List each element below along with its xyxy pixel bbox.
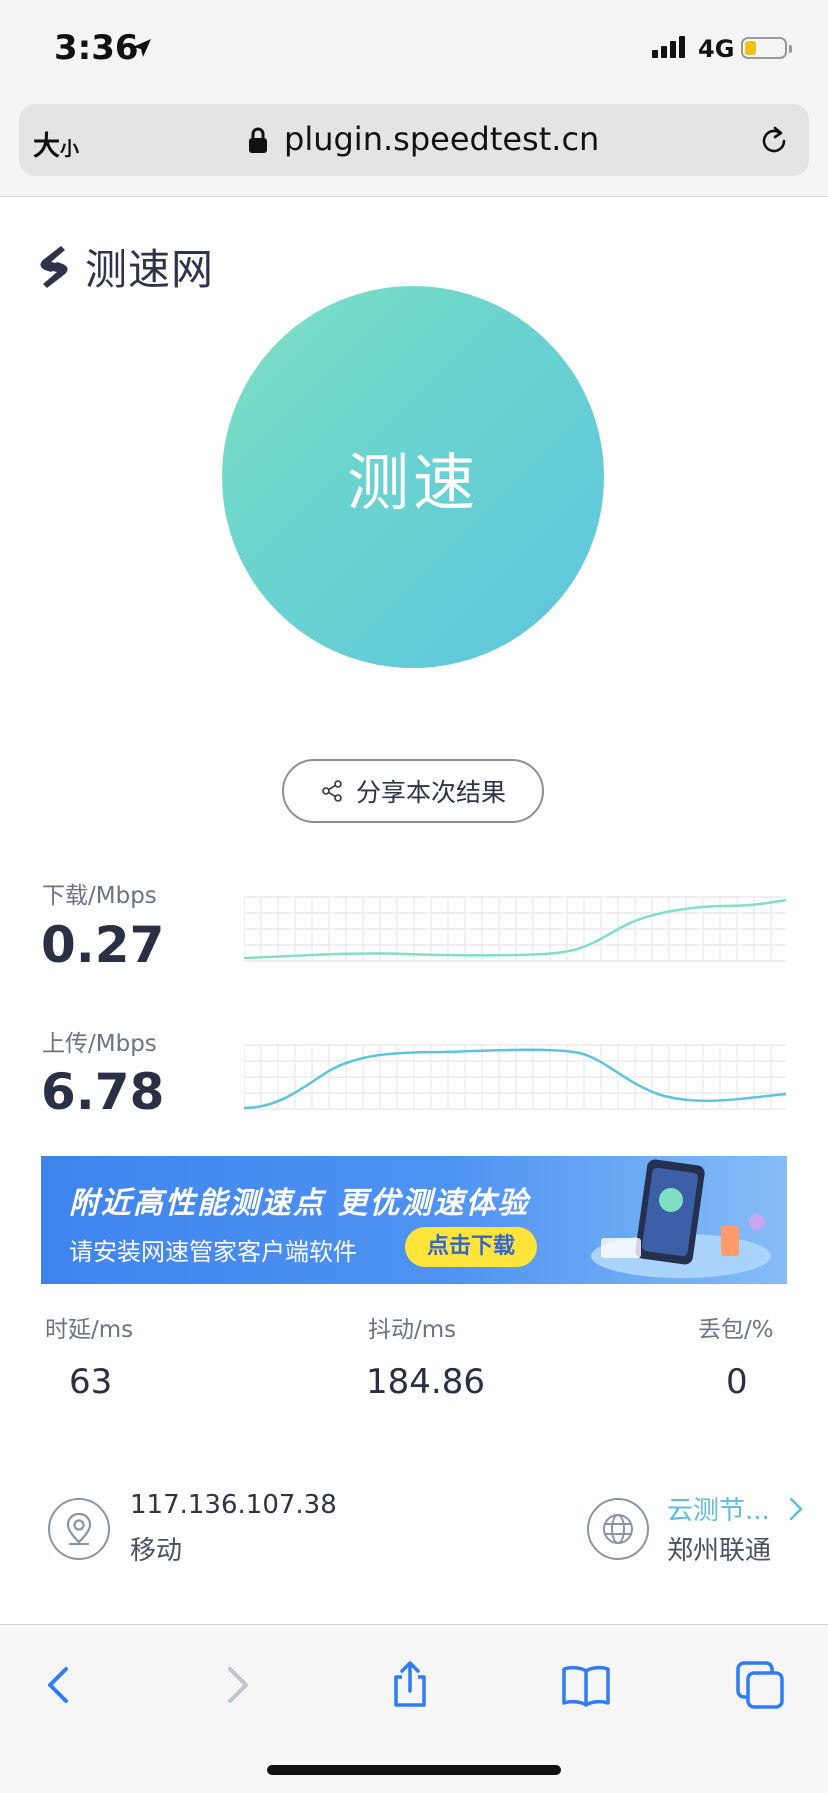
text-size-small: 小 [60,138,80,160]
chevron-right-icon[interactable] [786,1496,806,1522]
banner-subtitle: 请安装网速管家客户端软件 [69,1238,357,1266]
upload-label: 上传/Mbps [42,1031,157,1057]
banner-download-button[interactable]: 点击下载 [405,1227,537,1267]
network-type: 4G [698,35,735,63]
start-speedtest-label: 测速 [346,446,479,519]
url-text[interactable]: plugin.speedtest.cn [284,120,599,158]
location-arrow-icon [133,39,151,57]
client-ip: 117.136.107.38 [130,1490,337,1520]
globe-icon [587,1498,649,1560]
upload-value: 6.78 [41,1063,165,1121]
home-indicator [267,1765,561,1775]
text-size-button[interactable]: 大小 [33,124,79,163]
back-icon[interactable] [32,1657,88,1713]
promo-banner[interactable]: 附近高性能测速点 更优测速体验 请安装网速管家客户端软件 点击下载 [41,1156,787,1284]
forward-icon[interactable] [208,1657,264,1713]
server-name: 郑州联通 [667,1536,772,1566]
phone-illustration-icon [591,1159,771,1278]
start-speedtest-button[interactable]: 测速 [222,286,604,668]
browser-address-area: 大小 plugin.speedtest.cn [0,100,828,197]
download-label: 下载/Mbps [42,883,157,909]
cellular-signal-icon [652,36,685,58]
latency-label: 时延/ms [45,1317,134,1343]
share-results-label: 分享本次结果 [355,778,506,807]
tabs-icon[interactable] [732,1657,788,1713]
location-pin-icon [48,1498,110,1560]
text-size-large: 大 [33,131,60,162]
latency-value: 63 [69,1362,113,1402]
share-sheet-icon[interactable] [382,1657,438,1713]
speedtest-logo-icon [40,245,68,288]
packet-loss-value: 0 [726,1362,748,1402]
status-bar: 3:36 4G [0,0,828,100]
status-time: 3:36 [54,28,139,68]
jitter-value: 184.86 [366,1362,485,1402]
upload-graph [244,1044,786,1110]
battery-icon [741,37,792,59]
lock-icon [249,127,267,153]
download-value: 0.27 [41,916,165,974]
server-select-link[interactable]: 云测节... [667,1490,770,1527]
share-icon [322,780,342,802]
jitter-label: 抖动/ms [368,1317,457,1343]
banner-title: 附近高性能测速点 更优测速体验 [69,1186,530,1221]
address-bar[interactable]: 大小 plugin.speedtest.cn [19,104,809,176]
download-graph [244,896,786,962]
logo-text: 测速网 [85,245,215,294]
site-logo[interactable]: 测速网 [31,236,214,297]
client-isp: 移动 [130,1536,183,1566]
reload-icon[interactable] [757,124,791,158]
share-results-button[interactable]: 分享本次结果 [282,759,544,823]
bookmarks-icon[interactable] [558,1657,614,1713]
packet-loss-label: 丢包/% [698,1317,774,1343]
